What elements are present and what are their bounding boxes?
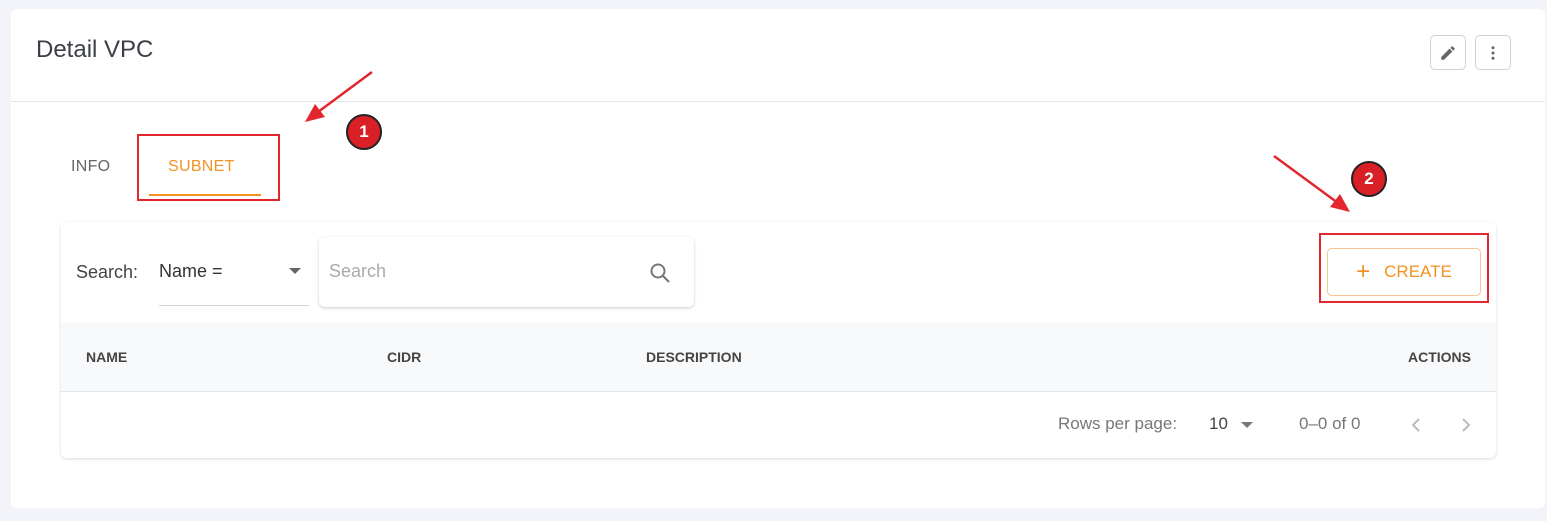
- annotation-badge-1: 1: [346, 114, 382, 150]
- annotation-badge-2: 2: [1351, 161, 1387, 197]
- annotation-arrow-2: [1273, 154, 1350, 212]
- annotation-arrows: [305, 70, 1350, 212]
